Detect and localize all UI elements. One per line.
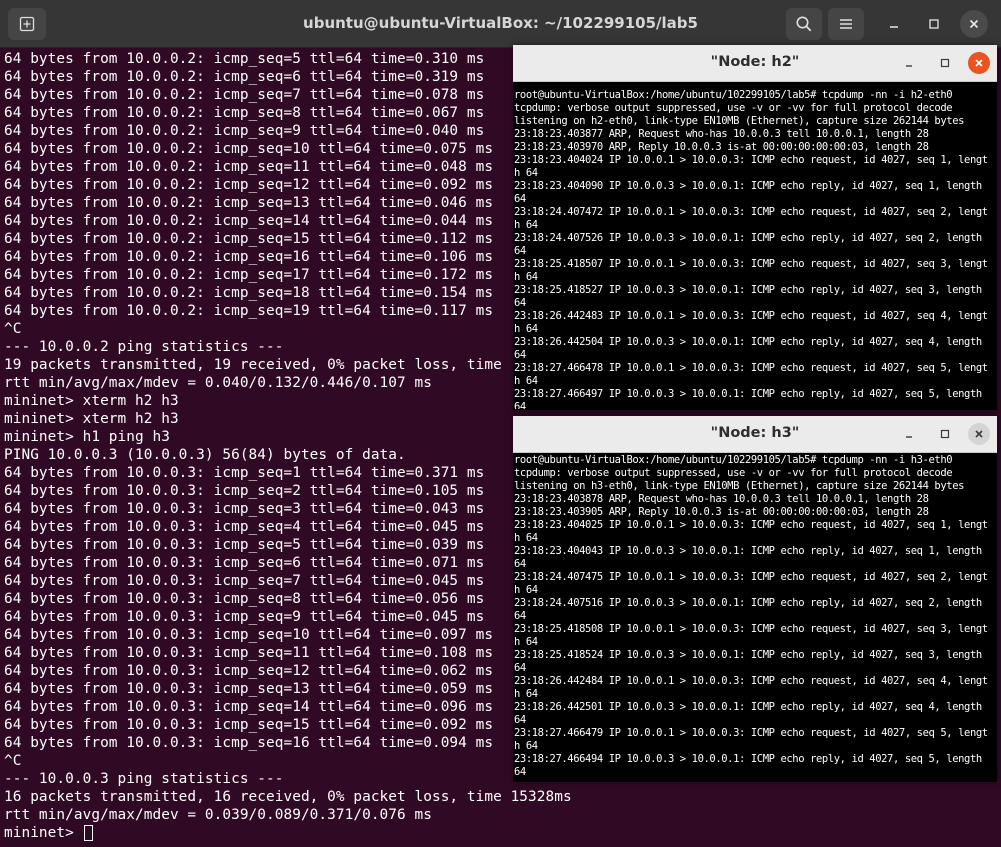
main-terminal-line: 16 packets transmitted, 16 received, 0% …	[4, 789, 572, 805]
h2-minimize-button[interactable]	[898, 52, 920, 74]
h3-terminal-line: 64	[514, 714, 526, 726]
h2-terminal-line: 23:18:23.404090 IP 10.0.0.3 > 10.0.0.1: …	[514, 180, 982, 192]
h3-terminal-line: h 64	[514, 636, 538, 648]
h3-terminal-line: 64	[514, 558, 526, 570]
minimize-icon	[890, 26, 898, 28]
h3-minimize-button[interactable]	[898, 423, 920, 445]
h2-terminal-line: h 64	[514, 219, 538, 231]
minimize-icon	[906, 65, 912, 67]
minimize-icon	[906, 436, 912, 438]
xterm-window-h2[interactable]: "Node: h2" root@ubuntu-VirtualBox:/home/…	[513, 45, 997, 410]
h2-terminal-line: 64	[514, 401, 526, 409]
maximize-icon	[940, 429, 950, 439]
h2-terminal-line: 23:18:25.418507 IP 10.0.0.1 > 10.0.0.3: …	[514, 258, 988, 270]
h3-terminal-line: h 64	[514, 584, 538, 596]
h2-terminal-line: 23:18:27.466497 IP 10.0.0.3 > 10.0.0.1: …	[514, 388, 982, 400]
h2-terminal-line: root@ubuntu-VirtualBox:/home/ubuntu/1022…	[514, 89, 953, 101]
h2-terminal-line: h 64	[514, 375, 538, 387]
h2-terminal-line: 23:18:23.403970 ARP, Reply 10.0.0.3 is-a…	[514, 141, 929, 153]
h3-terminal-line: 23:18:23.404025 IP 10.0.0.1 > 10.0.0.3: …	[514, 519, 988, 531]
close-button[interactable]	[960, 10, 988, 38]
h3-terminal-line: 23:18:25.418524 IP 10.0.0.3 > 10.0.0.1: …	[514, 649, 982, 661]
xterm-title-h2: "Node: h2"	[710, 54, 800, 70]
search-button[interactable]	[786, 8, 822, 40]
h3-terminal-line: 23:18:27.466494 IP 10.0.0.3 > 10.0.0.1: …	[514, 753, 982, 765]
h2-terminal-line: 23:18:24.407472 IP 10.0.0.1 > 10.0.0.3: …	[514, 206, 988, 218]
h2-terminal-line: 64	[514, 349, 526, 361]
close-icon	[975, 430, 983, 438]
h2-terminal-line: 64	[514, 193, 526, 205]
search-icon	[796, 16, 812, 32]
xterm-output-h3[interactable]: root@ubuntu-VirtualBox:/home/ubuntu/1022…	[514, 454, 996, 780]
xterm-window-h3[interactable]: "Node: h3" root@ubuntu-VirtualBox:/home/…	[513, 416, 997, 782]
h2-close-button[interactable]	[968, 52, 990, 74]
prompt-line[interactable]: mininet>	[4, 824, 994, 842]
h3-terminal-line: 23:18:25.418508 IP 10.0.0.1 > 10.0.0.3: …	[514, 623, 988, 635]
h2-terminal-line: 23:18:26.442504 IP 10.0.0.3 > 10.0.0.1: …	[514, 336, 982, 348]
xterm-titlebar-h3[interactable]: "Node: h3"	[513, 416, 997, 453]
h2-maximize-button[interactable]	[934, 52, 956, 74]
h3-close-button[interactable]	[968, 423, 990, 445]
hamburger-menu-icon	[840, 19, 852, 29]
xterm-titlebar-h2[interactable]: "Node: h2"	[513, 45, 997, 82]
h2-terminal-line: 23:18:27.466478 IP 10.0.0.1 > 10.0.0.3: …	[514, 362, 988, 374]
h3-terminal-line: listening on h3-eth0, link-type EN10MB (…	[514, 480, 965, 492]
h3-terminal-line: 23:18:23.403905 ARP, Reply 10.0.0.3 is-a…	[514, 506, 929, 518]
h2-terminal-line: 64	[514, 245, 526, 257]
h3-terminal-line: h 64	[514, 532, 538, 544]
h2-terminal-line: 64	[514, 297, 526, 309]
h2-terminal-line: 23:18:24.407526 IP 10.0.0.3 > 10.0.0.1: …	[514, 232, 982, 244]
h3-terminal-line: 64	[514, 662, 526, 674]
h3-terminal-line: 23:18:27.466479 IP 10.0.0.1 > 10.0.0.3: …	[514, 727, 988, 739]
h3-terminal-line: h 64	[514, 688, 538, 700]
h2-terminal-line: h 64	[514, 323, 538, 335]
xterm-output-h2[interactable]: root@ubuntu-VirtualBox:/home/ubuntu/1022…	[514, 89, 996, 409]
maximize-button[interactable]	[920, 10, 948, 38]
h3-terminal-line: tcpdump: verbose output suppressed, use …	[514, 467, 953, 479]
h2-terminal-line: h 64	[514, 271, 538, 283]
text-cursor	[83, 825, 93, 841]
h3-terminal-line: 64	[514, 766, 526, 778]
h3-terminal-line: h 64	[514, 740, 538, 752]
shell-prompt: mininet>	[4, 825, 83, 841]
minimize-button[interactable]	[880, 10, 908, 38]
h3-terminal-line: root@ubuntu-VirtualBox:/home/ubuntu/1022…	[514, 454, 953, 466]
h3-maximize-button[interactable]	[934, 423, 956, 445]
h2-terminal-line: 23:18:23.403877 ARP, Request who-has 10.…	[514, 128, 929, 140]
menu-button[interactable]	[828, 8, 864, 40]
h2-terminal-line: listening on h2-eth0, link-type EN10MB (…	[514, 115, 965, 127]
main-headerbar[interactable]: ubuntu@ubuntu-VirtualBox: ~/102299105/la…	[0, 0, 1001, 48]
close-icon	[975, 59, 983, 67]
h3-terminal-line: 23:18:24.407475 IP 10.0.0.1 > 10.0.0.3: …	[514, 571, 988, 583]
h2-terminal-line: 23:18:25.418527 IP 10.0.0.3 > 10.0.0.1: …	[514, 284, 982, 296]
h3-terminal-line: 23:18:26.442501 IP 10.0.0.3 > 10.0.0.1: …	[514, 701, 982, 713]
h2-terminal-line: 23:18:23.404024 IP 10.0.0.1 > 10.0.0.3: …	[514, 154, 988, 166]
close-icon	[969, 19, 979, 29]
h3-terminal-line: 23:18:26.442484 IP 10.0.0.1 > 10.0.0.3: …	[514, 675, 988, 687]
maximize-icon	[940, 58, 950, 68]
h2-terminal-line: h 64	[514, 167, 538, 179]
h2-terminal-line: 23:18:26.442483 IP 10.0.0.1 > 10.0.0.3: …	[514, 310, 988, 322]
maximize-icon	[929, 19, 939, 29]
h3-terminal-line: 64	[514, 610, 526, 622]
h3-terminal-line: 23:18:23.403878 ARP, Request who-has 10.…	[514, 493, 929, 505]
main-terminal-line: rtt min/avg/max/mdev = 0.039/0.089/0.371…	[4, 807, 432, 823]
xterm-title-h3: "Node: h3"	[710, 425, 800, 441]
h2-terminal-line: tcpdump: verbose output suppressed, use …	[514, 102, 953, 114]
h3-terminal-line: 23:18:23.404043 IP 10.0.0.3 > 10.0.0.1: …	[514, 545, 982, 557]
h3-terminal-line: 23:18:24.407516 IP 10.0.0.3 > 10.0.0.1: …	[514, 597, 982, 609]
